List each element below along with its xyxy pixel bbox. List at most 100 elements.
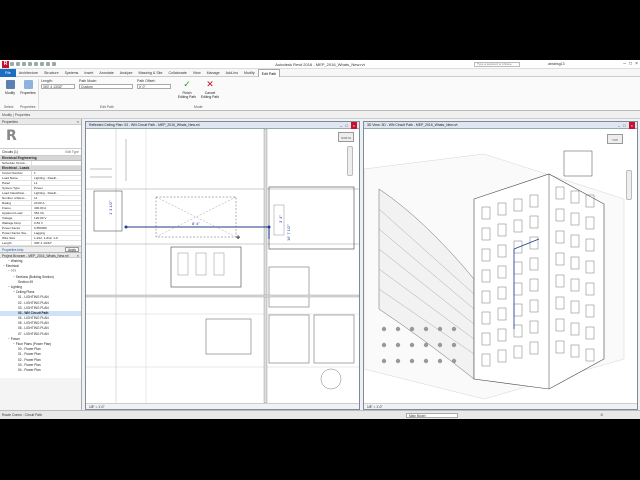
terrace-table bbox=[451, 326, 457, 332]
tab-manage[interactable]: Manage bbox=[204, 69, 223, 77]
plan-view-tab[interactable]: Reflected Ceiling Plan: 03 - WN Circuit … bbox=[86, 122, 359, 129]
tab-structure[interactable]: Structure bbox=[41, 69, 62, 77]
property-name: Frame bbox=[0, 206, 32, 210]
terrace-table bbox=[409, 342, 415, 348]
tab-edit-path[interactable]: Edit Path bbox=[257, 68, 281, 77]
property-value[interactable]: 300' 4 13/32" bbox=[32, 241, 81, 245]
browser-item-label: Floor Plans (Power Plan) bbox=[15, 342, 52, 346]
property-value[interactable]: L1 bbox=[32, 181, 81, 185]
3d-building-model[interactable] bbox=[364, 129, 637, 403]
property-value[interactable]: 0.850000 bbox=[32, 226, 81, 230]
save-icon[interactable] bbox=[16, 62, 20, 66]
browser-item-label: 00 - Power Plan bbox=[18, 347, 41, 352]
minimize-icon[interactable]: – bbox=[623, 61, 626, 67]
path-mode-select[interactable]: Custom bbox=[79, 84, 133, 89]
print-icon[interactable] bbox=[34, 62, 38, 66]
plan-view-control-bar: 1/8" = 1'-0" bbox=[86, 403, 359, 409]
open-icon[interactable] bbox=[10, 62, 14, 66]
tab-architecture[interactable]: Architecture bbox=[16, 69, 41, 77]
tab-annotate[interactable]: Annotate bbox=[96, 69, 116, 77]
tab-massing-site[interactable]: Massing & Site bbox=[136, 69, 166, 77]
property-value[interactable]: 120.00 V bbox=[32, 216, 81, 220]
3d-view-tab[interactable]: 3D View: 3D - WN Circuit Path - MEP_2016… bbox=[364, 122, 637, 129]
search-input[interactable]: Type a keyword or phrase bbox=[474, 62, 520, 67]
tab-analyze[interactable]: Analyze bbox=[117, 69, 136, 77]
finish-editing-path-button[interactable]: ✓ Finish Editing Path bbox=[177, 79, 197, 105]
minimize-view-icon[interactable]: – bbox=[340, 122, 342, 129]
path-mode-field: Path Mode: Custom bbox=[79, 79, 133, 89]
revit-logo[interactable]: R bbox=[2, 61, 9, 68]
browser-item-label: 01 - LIGHTING PLAN bbox=[18, 295, 49, 300]
maximize-3d-icon[interactable]: □ bbox=[623, 122, 625, 129]
property-value[interactable]: 1-#12, 1-#12, 1-# bbox=[32, 236, 81, 240]
close-view-icon[interactable]: × bbox=[350, 122, 357, 129]
instance-selector[interactable]: Circuits (1) Edit Type bbox=[0, 149, 81, 156]
properties-button[interactable]: Properties bbox=[20, 79, 36, 105]
text-icon[interactable] bbox=[46, 62, 50, 66]
browser-item-label: 05 - LIGHTING PLAN bbox=[18, 321, 49, 326]
property-value[interactable]: 354 VA bbox=[32, 211, 81, 215]
plan-navigation-bar[interactable] bbox=[347, 146, 353, 176]
cancel-editing-path-button[interactable]: ✕ Cancel Editing Path bbox=[200, 79, 220, 105]
property-name: Apparent Load bbox=[0, 211, 32, 215]
terrace-table bbox=[395, 326, 401, 332]
tab-view[interactable]: View bbox=[190, 69, 204, 77]
plan-drawing[interactable]: 8' 4" 3' 4" 1' 3 1/2" 16' 7 1/2" ✥ bbox=[86, 128, 359, 404]
property-name: Panel bbox=[0, 181, 32, 185]
close-icon[interactable]: × bbox=[635, 61, 638, 67]
terrace-table bbox=[423, 342, 429, 348]
property-value[interactable]: Lighting - Dwelli... bbox=[32, 176, 81, 180]
terrace-table bbox=[395, 342, 401, 348]
3d-scale[interactable]: 1/8" = 1'-0" bbox=[367, 405, 383, 409]
tab-collaborate[interactable]: Collaborate bbox=[166, 69, 190, 77]
tab-modify[interactable]: Modify bbox=[241, 69, 258, 77]
property-value[interactable]: Lighting - Dwelli... bbox=[32, 191, 81, 195]
active-model-select[interactable]: Main Model bbox=[406, 413, 458, 418]
undo-icon[interactable] bbox=[22, 62, 26, 66]
plan-view-window[interactable]: Reflected Ceiling Plan: 03 - WN Circuit … bbox=[85, 121, 360, 410]
browser-item-label: Section 49 bbox=[18, 279, 34, 284]
maximize-icon[interactable]: □ bbox=[629, 61, 632, 67]
property-value[interactable]: Lagging bbox=[32, 231, 81, 235]
type-selector[interactable]: R bbox=[0, 125, 81, 149]
terrace-table bbox=[423, 326, 429, 332]
panel-label-mode: Mode bbox=[194, 105, 203, 109]
tab-add-ins[interactable]: Add-Ins bbox=[223, 69, 241, 77]
browser-item[interactable]: 04 - Power Plan bbox=[0, 368, 81, 373]
property-value[interactable]: 1 bbox=[32, 171, 81, 175]
edit-type-button[interactable]: Edit Type bbox=[65, 149, 79, 156]
user-name[interactable]: abrahsg13 bbox=[548, 62, 565, 66]
browser-item-label: 03 - WN Circuit Path bbox=[18, 310, 49, 315]
property-value[interactable]: 400.00 A bbox=[32, 206, 81, 210]
plan-dim-4: 16' 7 1/2" bbox=[286, 224, 291, 241]
minimize-3d-icon[interactable]: – bbox=[618, 122, 620, 129]
length-input[interactable]: 300' 4 13/32" bbox=[41, 84, 75, 89]
selection-count: :0 bbox=[600, 413, 603, 417]
property-value[interactable]: Power bbox=[32, 186, 81, 190]
property-value[interactable] bbox=[32, 161, 81, 165]
plan-viewcube[interactable]: NORTH bbox=[338, 132, 354, 142]
maximize-view-icon[interactable]: □ bbox=[345, 122, 347, 129]
tab-file[interactable]: File bbox=[0, 68, 16, 77]
close-browser-icon[interactable]: × bbox=[77, 253, 79, 259]
tab-systems[interactable]: Systems bbox=[62, 69, 82, 77]
3d-view-icon[interactable] bbox=[52, 62, 56, 66]
family-type-icon: R bbox=[6, 128, 17, 144]
3d-viewcube[interactable]: TOP bbox=[607, 134, 623, 144]
property-name: Load Classificat... bbox=[0, 191, 32, 195]
redo-icon[interactable] bbox=[28, 62, 32, 66]
window-title: Autodesk Revit 2016 - MEP_2016_Whats_New… bbox=[275, 62, 365, 67]
3d-view-window[interactable]: 3D View: 3D - WN Circuit Path - MEP_2016… bbox=[363, 121, 638, 410]
ribbon-panel: Modify Properties Length: 300' 4 13/32" … bbox=[0, 77, 640, 111]
property-value[interactable]: 0.84 V bbox=[32, 221, 81, 225]
modify-button[interactable]: Modify bbox=[2, 79, 18, 105]
property-value[interactable]: 20.00 A bbox=[32, 201, 81, 205]
property-value[interactable]: 11 bbox=[32, 196, 81, 200]
property-name: Length bbox=[0, 241, 32, 245]
plan-scale[interactable]: 1/8" = 1'-0" bbox=[89, 405, 105, 409]
measure-icon[interactable] bbox=[40, 62, 44, 66]
tab-insert[interactable]: Insert bbox=[81, 69, 96, 77]
3d-navigation-bar[interactable] bbox=[626, 170, 632, 200]
path-offset-input[interactable]: 0' 0" bbox=[137, 84, 171, 89]
close-3d-icon[interactable]: × bbox=[628, 122, 635, 129]
